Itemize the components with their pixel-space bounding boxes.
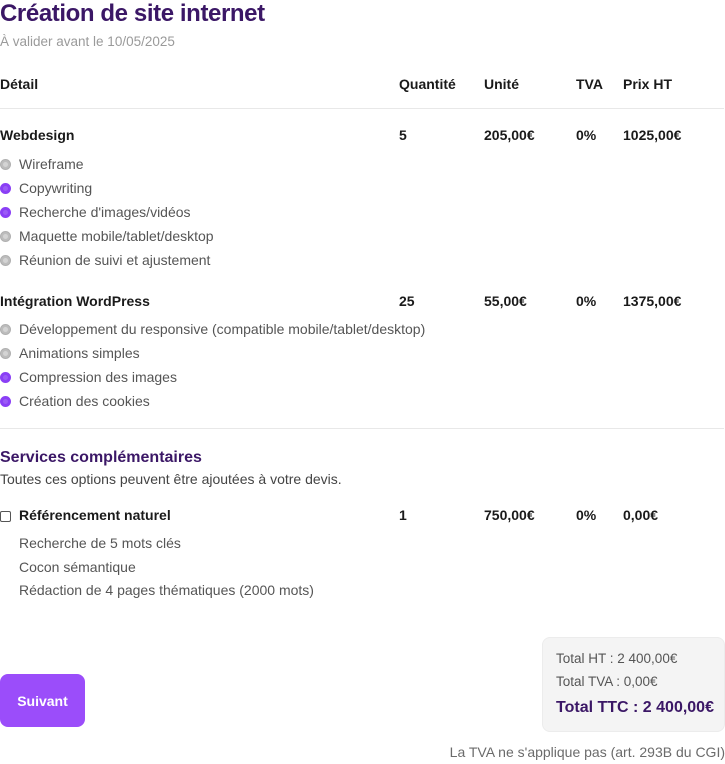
tva-footnote: La TVA ne s'applique pas (art. 293B du C… xyxy=(449,744,725,760)
radio-dot-icon[interactable] xyxy=(0,395,11,407)
radio-dot-icon[interactable] xyxy=(0,254,11,266)
col-header-quantity: Quantité xyxy=(399,76,456,92)
extra-unit-price: 750,00€ xyxy=(484,507,535,523)
option-label: Compression des images xyxy=(19,369,177,385)
option-label: Wireframe xyxy=(19,156,84,172)
option-responsive[interactable]: Développement du responsive (compatible … xyxy=(0,319,425,339)
row-tva: 0% xyxy=(576,293,597,309)
option-label: Création des cookies xyxy=(19,393,150,409)
option-label: Copywriting xyxy=(19,180,93,196)
extra-price-ht: 0,00€ xyxy=(623,507,659,523)
extra-tva: 0% xyxy=(576,507,597,523)
option-label: Recherche d'images/vidéos xyxy=(19,204,191,220)
totals-box: Total HT : 2 400,00€ Total TVA : 0,00€ T… xyxy=(542,637,725,732)
extra-quantity: 1 xyxy=(399,507,407,523)
col-header-price: Prix HT xyxy=(623,76,673,92)
extra-label: Référencement naturel xyxy=(19,507,171,523)
row-price-ht: 1375,00€ xyxy=(623,293,682,309)
option-copywriting[interactable]: Copywriting xyxy=(0,178,92,198)
deadline-subtitle: À valider avant le 10/05/2025 xyxy=(0,34,175,49)
header-divider xyxy=(0,108,724,109)
option-animations[interactable]: Animations simples xyxy=(0,343,140,363)
extra-detail: Recherche de 5 mots clés xyxy=(19,535,181,551)
option-label: Développement du responsive (compatible … xyxy=(19,321,426,337)
option-label: Animations simples xyxy=(19,345,140,361)
total-ttc: Total TTC : 2 400,00€ xyxy=(556,699,714,716)
section-divider xyxy=(0,428,724,429)
total-tva: Total TVA : 0,00€ xyxy=(556,674,658,689)
row-price-ht: 1025,00€ xyxy=(623,127,682,143)
radio-dot-icon[interactable] xyxy=(0,158,11,170)
row-quantity: 25 xyxy=(399,293,415,309)
extra-detail: Rédaction de 4 pages thématiques (2000 m… xyxy=(19,582,314,598)
option-label: Réunion de suivi et ajustement xyxy=(19,252,211,268)
option-mockup[interactable]: Maquette mobile/tablet/desktop xyxy=(0,226,214,246)
row-tva: 0% xyxy=(576,127,597,143)
option-wireframe[interactable]: Wireframe xyxy=(0,154,84,174)
total-ht: Total HT : 2 400,00€ xyxy=(556,651,678,666)
page-title: Création de site internet xyxy=(0,0,265,27)
option-follow-up-meeting[interactable]: Réunion de suivi et ajustement xyxy=(0,250,210,270)
checkbox-icon[interactable] xyxy=(0,511,11,522)
extras-subtitle: Toutes ces options peuvent être ajoutées… xyxy=(0,471,342,487)
row-quantity: 5 xyxy=(399,127,407,143)
radio-dot-icon[interactable] xyxy=(0,323,11,335)
col-header-unit: Unité xyxy=(484,76,519,92)
option-cookies[interactable]: Création des cookies xyxy=(0,391,150,411)
option-image-compression[interactable]: Compression des images xyxy=(0,367,177,387)
extra-detail: Cocon sémantique xyxy=(19,559,136,575)
radio-dot-icon[interactable] xyxy=(0,182,11,194)
col-header-tva: TVA xyxy=(576,76,603,92)
row-label: Webdesign xyxy=(0,127,75,143)
row-label: Intégration WordPress xyxy=(0,293,150,309)
radio-dot-icon[interactable] xyxy=(0,347,11,359)
col-header-detail: Détail xyxy=(0,76,39,92)
row-unit-price: 205,00€ xyxy=(484,127,535,143)
option-label: Maquette mobile/tablet/desktop xyxy=(19,228,214,244)
next-button[interactable]: Suivant xyxy=(0,674,85,727)
radio-dot-icon[interactable] xyxy=(0,206,11,218)
row-unit-price: 55,00€ xyxy=(484,293,527,309)
radio-dot-icon[interactable] xyxy=(0,230,11,242)
radio-dot-icon[interactable] xyxy=(0,371,11,383)
extras-title: Services complémentaires xyxy=(0,449,202,466)
option-image-research[interactable]: Recherche d'images/vidéos xyxy=(0,202,191,222)
